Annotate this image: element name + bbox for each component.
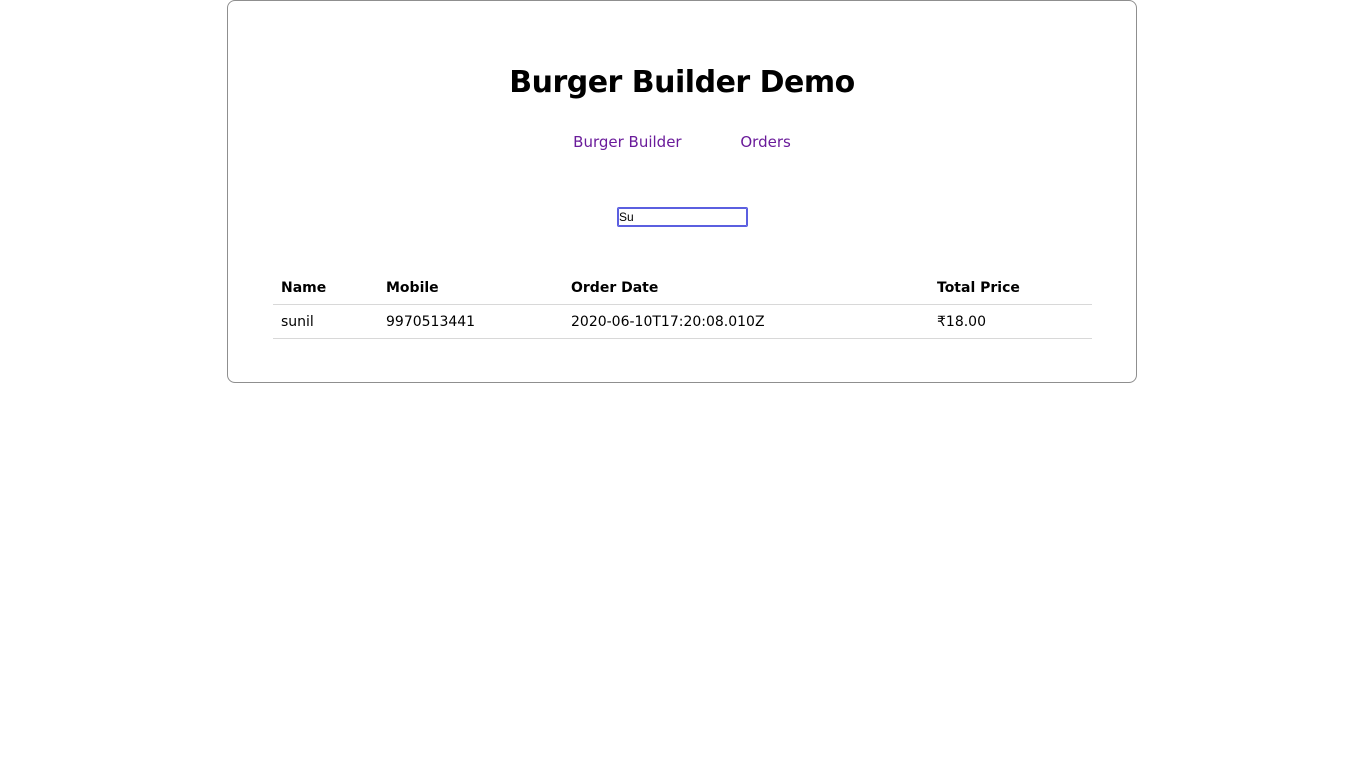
cell-mobile: 9970513441 (378, 304, 563, 339)
main-nav: Burger Builder Orders (228, 133, 1136, 151)
cell-order-date: 2020-06-10T17:20:08.010Z (563, 304, 929, 339)
cell-total-price: ₹18.00 (929, 304, 1092, 339)
column-header-mobile: Mobile (378, 271, 563, 305)
column-header-name: Name (273, 271, 378, 305)
column-header-total-price: Total Price (929, 271, 1092, 305)
cell-name: sunil (273, 304, 378, 339)
nav-link-burger-builder[interactable]: Burger Builder (573, 133, 681, 151)
table-header-row: Name Mobile Order Date Total Price (273, 271, 1092, 305)
table-row: sunil 9970513441 2020-06-10T17:20:08.010… (273, 304, 1092, 339)
column-header-order-date: Order Date (563, 271, 929, 305)
main-card: Burger Builder Demo Burger Builder Order… (227, 0, 1137, 383)
orders-table: Name Mobile Order Date Total Price sunil… (273, 271, 1092, 339)
page-title: Burger Builder Demo (509, 65, 855, 100)
search-input[interactable] (617, 207, 748, 227)
nav-link-orders[interactable]: Orders (740, 133, 790, 151)
